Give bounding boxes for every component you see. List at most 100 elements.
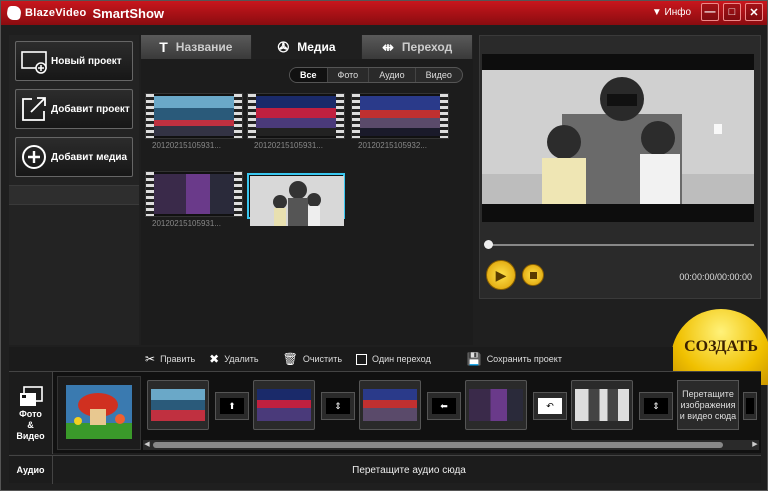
timeline-transition[interactable]: ⬅ <box>427 392 461 420</box>
timeline-transition[interactable]: ⇕ <box>321 392 355 420</box>
slide-thumbnail <box>257 389 311 421</box>
timeline-transition[interactable]: ↶ <box>533 392 567 420</box>
scroll-right-icon[interactable]: ▶ <box>751 440 759 450</box>
media-item[interactable]: 20120215105931... <box>247 93 345 150</box>
timeline-slide[interactable] <box>253 380 315 430</box>
storyboard-timeline: Фото & Видео ⬆ ⇕ ⬅ ↶ ⇕ Перетащите изобра… <box>9 371 761 454</box>
clear-button[interactable]: 🗑 Очистить <box>283 352 342 366</box>
media-thumbnail <box>154 174 234 214</box>
delete-button[interactable]: ✖ Удалить <box>209 352 258 366</box>
title-tab-icon: T <box>159 39 168 55</box>
timeline-slide[interactable] <box>571 380 633 430</box>
film-strip <box>248 94 256 138</box>
film-strip <box>352 94 360 138</box>
transition-split-icon: ⇕ <box>326 398 350 414</box>
preview-player: ▶ 00:00:00/00:00:00 <box>479 35 761 299</box>
media-thumbnail <box>256 96 336 136</box>
track-label-line: & <box>27 419 34 430</box>
play-button[interactable]: ▶ <box>486 260 516 290</box>
filter-photo[interactable]: Фото <box>328 68 370 82</box>
transition-curve-icon: ↶ <box>538 398 562 414</box>
app-window: BlazeVideo SmartShow ▼ Инфо — □ ✕ Новый … <box>0 0 768 491</box>
timeline-slide[interactable] <box>147 380 209 430</box>
slide-thumbnail <box>575 389 629 421</box>
blazevideo-logo-icon <box>5 6 23 20</box>
save-project-label: Сохранить проект <box>486 354 562 364</box>
timeline-transition[interactable]: ⇕ <box>639 392 673 420</box>
audio-track: Аудио Перетащите аудио сюда <box>9 455 761 484</box>
maximize-button[interactable]: □ <box>723 3 741 21</box>
media-item[interactable]: 20120215105931... <box>145 171 243 228</box>
clear-label: Очистить <box>302 354 343 364</box>
timeline-transition[interactable]: ⬆ <box>215 392 249 420</box>
media-library: Все Фото Аудио Видео 20120215105931... 2… <box>141 59 473 345</box>
filter-all[interactable]: Все <box>290 68 328 82</box>
timeline-slide[interactable] <box>359 380 421 430</box>
tab-media-label: Медиа <box>297 40 336 54</box>
media-item-name: 20120215105931... <box>152 141 221 150</box>
media-item[interactable]: 20120215105931... <box>145 93 243 150</box>
filter-video[interactable]: Видео <box>416 68 462 82</box>
background-thumbnail[interactable] <box>57 376 141 450</box>
tab-media[interactable]: ✇ Медиа <box>251 35 363 59</box>
track-label-line: Фото <box>19 408 42 419</box>
edit-label: Править <box>160 354 196 364</box>
film-strip <box>146 172 154 216</box>
minimize-button[interactable]: — <box>701 3 719 21</box>
add-project-button[interactable]: Добавит проект <box>15 89 133 129</box>
photo-video-icon <box>19 385 43 406</box>
media-thumbnail <box>360 96 440 136</box>
timeline-transition-partial[interactable] <box>743 392 757 420</box>
edit-button[interactable]: ✂ Править <box>145 352 195 366</box>
single-transition-checkbox[interactable]: Один переход <box>356 353 431 365</box>
media-item[interactable]: 20120215105932... <box>351 93 449 150</box>
add-project-label: Добавит проект <box>51 103 130 115</box>
title-bar: BlazeVideo SmartShow ▼ Инфо — □ ✕ <box>1 1 767 25</box>
drop-audio-zone[interactable]: Перетащите аудио сюда <box>57 456 761 484</box>
tab-transition[interactable]: ⇹ Переход <box>362 35 474 59</box>
media-item-name: 20120215105932... <box>358 141 427 150</box>
timeline-slide[interactable] <box>465 380 527 430</box>
media-item-name: 20120215105931... <box>152 219 221 228</box>
tab-transition-label: Переход <box>401 40 453 54</box>
media-item-selected[interactable] <box>247 173 345 226</box>
delete-label: Удалить <box>224 354 259 364</box>
new-project-icon <box>21 51 47 74</box>
info-menu[interactable]: ▼ Инфо <box>652 7 691 18</box>
mushroom-house-icon <box>66 385 132 439</box>
new-project-button[interactable]: Новый проект <box>15 41 133 81</box>
media-item-name: 20120215105931... <box>254 141 323 150</box>
drop-media-zone[interactable]: Перетащите изображения и видео сюда <box>677 380 739 430</box>
slide-thumbnail <box>469 389 523 421</box>
single-transition-label: Один переход <box>372 354 431 364</box>
photo-video-track-label: Фото & Видео <box>9 372 53 454</box>
media-thumbnail <box>154 96 234 136</box>
brand-name: BlazeVideo <box>25 7 87 19</box>
transition-icon: ⇹ <box>382 38 394 55</box>
slide-thumbnail <box>363 389 417 421</box>
helmets-photo-icon <box>250 176 344 226</box>
tab-title[interactable]: T Название <box>141 35 252 59</box>
save-project-button[interactable]: 💾 Сохранить проект <box>467 352 562 366</box>
add-media-button[interactable]: Добавит медиа <box>15 137 133 177</box>
save-icon: 💾 <box>466 352 482 366</box>
trash-icon: 🗑 <box>282 352 298 366</box>
transition-partial-icon <box>746 398 754 414</box>
seek-knob[interactable] <box>484 240 493 249</box>
product-name: SmartShow <box>92 5 165 21</box>
scrollbar-thumb[interactable] <box>153 442 723 448</box>
scroll-left-icon[interactable]: ◀ <box>143 440 151 450</box>
media-thumbnail <box>250 176 344 226</box>
filter-audio[interactable]: Аудио <box>369 68 416 82</box>
seek-bar[interactable] <box>484 240 754 249</box>
checkbox-icon <box>356 353 368 365</box>
preview-screen <box>482 54 754 222</box>
close-button[interactable]: ✕ <box>745 3 763 21</box>
open-project-icon <box>22 97 46 121</box>
tab-title-label: Название <box>175 40 233 54</box>
stop-button[interactable] <box>522 264 544 286</box>
app-logo: BlazeVideo SmartShow <box>5 5 165 21</box>
timeline-scrollbar[interactable]: ◀ ▶ <box>143 440 759 450</box>
scissors-icon: ✂ <box>145 352 156 366</box>
add-media-label: Добавит медиа <box>51 151 128 163</box>
